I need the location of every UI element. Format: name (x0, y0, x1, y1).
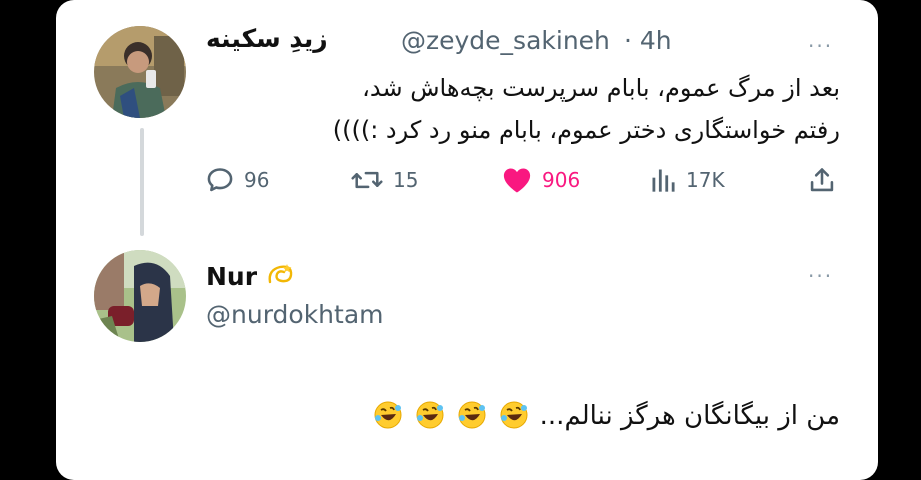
handle[interactable]: @zeyde_sakineh (401, 26, 610, 55)
reply-count: 96 (244, 168, 270, 192)
share-icon (810, 168, 834, 192)
tweet-text-line-2: رفتم خواستگاری دختر عموم، بابام منو رد ک… (332, 116, 840, 144)
heart-icon (503, 168, 531, 193)
reply-handle[interactable]: @nurdokhtam (206, 300, 384, 329)
views-button[interactable]: 17K (650, 162, 725, 198)
timestamp[interactable]: · 4h (624, 26, 672, 55)
tweet-card: زیدِ سکینه @zeyde_sakineh · 4h ··· بعد ا… (56, 0, 878, 480)
retweet-count: 15 (393, 168, 419, 192)
like-button[interactable]: 906 (502, 162, 580, 198)
reply-text: من از بیگانگان هرگز ننالم... (140, 396, 840, 436)
more-options-icon[interactable]: ··· (808, 36, 833, 56)
avatar[interactable] (94, 26, 186, 118)
retweet-button[interactable]: 15 (351, 162, 418, 198)
rolling-laughing-icon (374, 401, 402, 429)
retweet-icon (351, 171, 383, 189)
analytics-icon (652, 169, 675, 192)
like-count: 906 (542, 168, 581, 192)
avatar[interactable] (94, 250, 186, 342)
rolling-laughing-icon (416, 401, 444, 429)
share-button[interactable] (808, 162, 846, 198)
emoji-group (371, 401, 532, 431)
more-options-icon[interactable]: ··· (808, 266, 833, 286)
display-name[interactable]: زیدِ سکینه (206, 24, 328, 53)
tweet-text-line-1: بعد از مرگ عموم، بابام سرپرست بچه‌هاش شد… (362, 74, 840, 102)
reply-text-content: من از بیگانگان هرگز ننالم... (539, 401, 840, 431)
reply-display-name[interactable]: Nur (206, 262, 294, 291)
rolling-laughing-icon (500, 401, 528, 429)
dizzy-emoji-icon (268, 264, 293, 284)
comment-icon (207, 168, 233, 192)
thread-line (140, 128, 144, 236)
view-count: 17K (686, 168, 725, 192)
rolling-laughing-icon (458, 401, 486, 429)
reply-button[interactable]: 96 (206, 162, 269, 198)
